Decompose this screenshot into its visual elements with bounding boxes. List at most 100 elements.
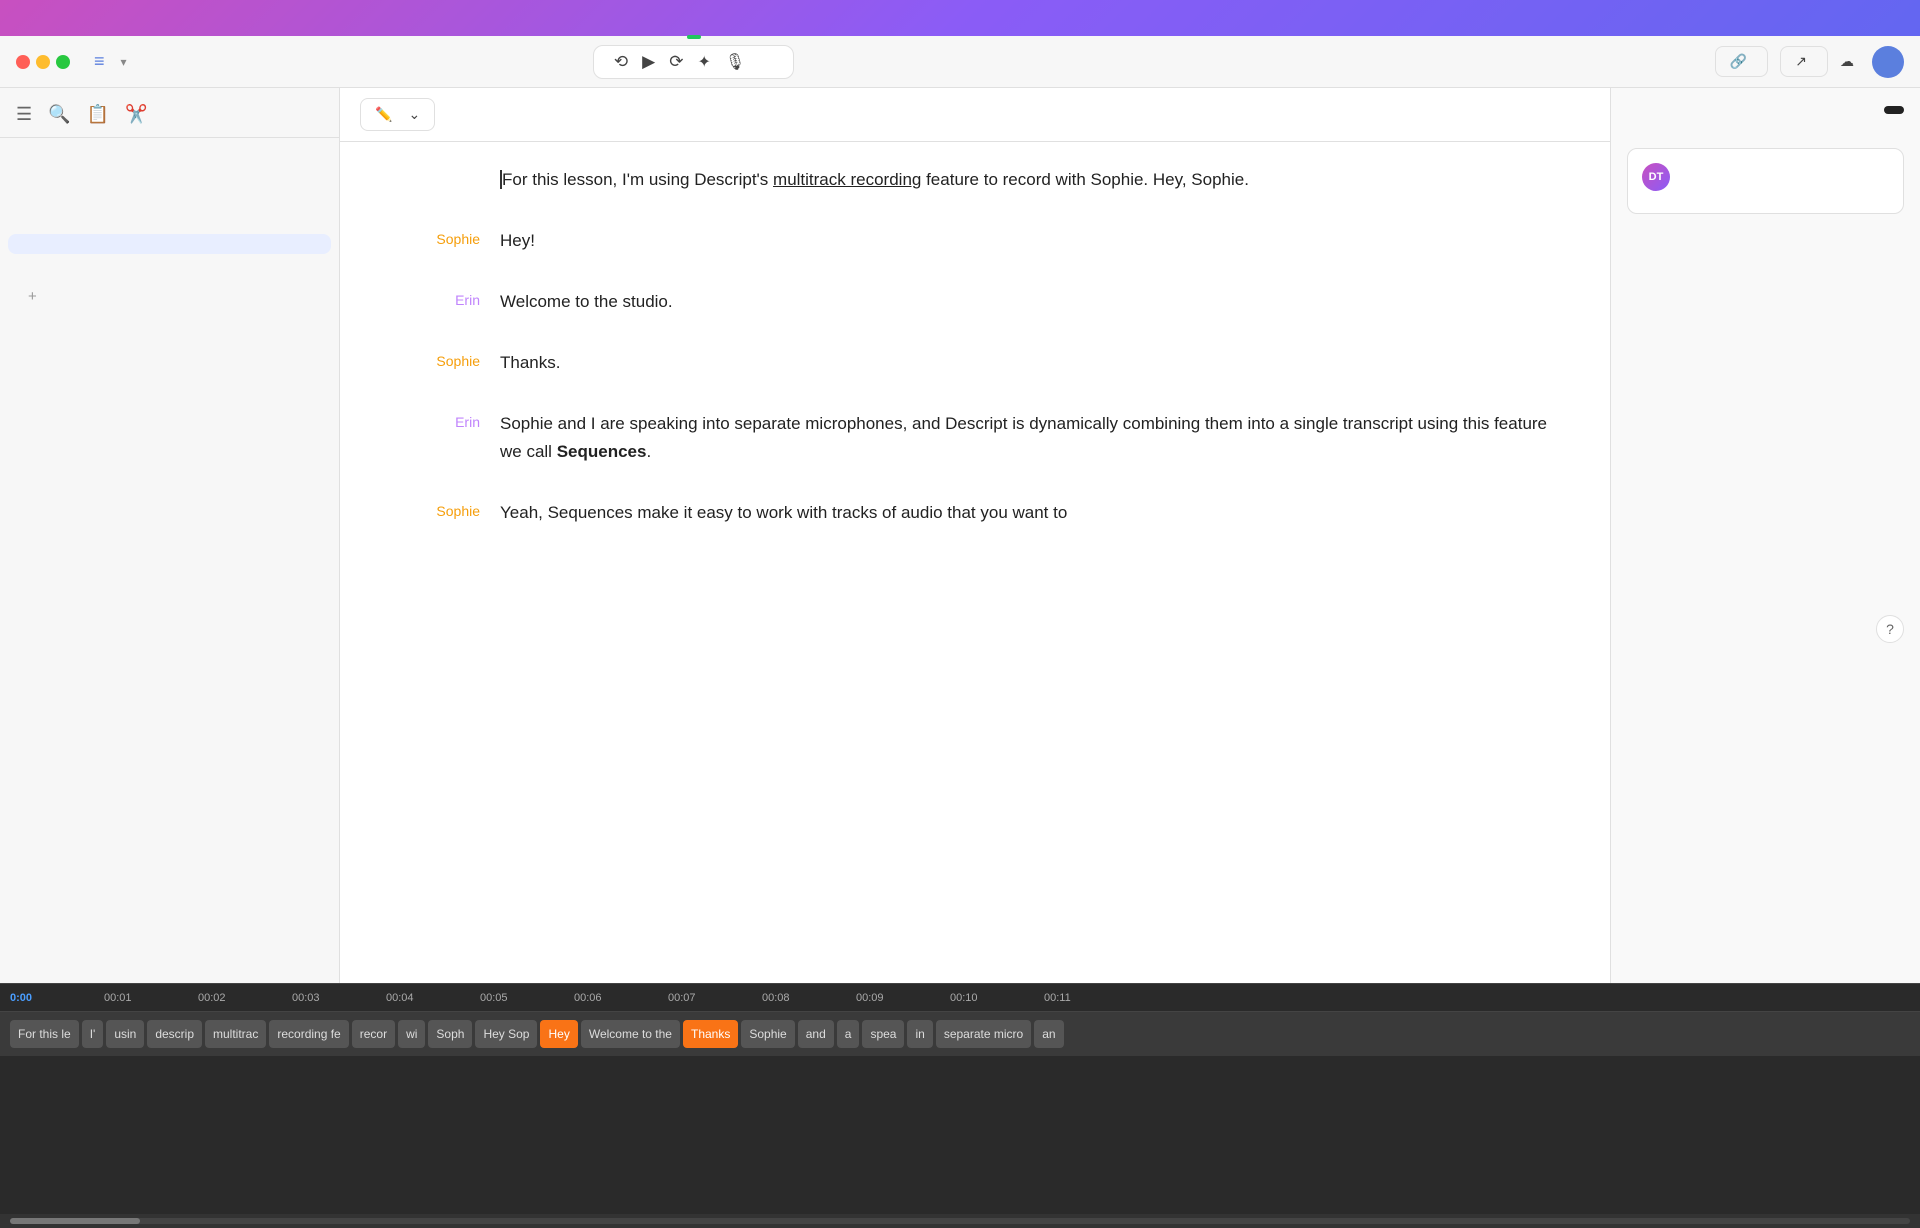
underlined-phrase: multitrack recording (773, 170, 921, 189)
chip[interactable]: For this le (10, 1020, 79, 1048)
ruler-mark: 00:09 (856, 992, 950, 1004)
ruler-mark: 00:05 (480, 992, 574, 1004)
chip[interactable]: wi (398, 1020, 425, 1048)
transcript-line: Erin Sophie and I are speaking into sepa… (400, 410, 1550, 468)
chip[interactable]: descrip (147, 1020, 202, 1048)
saved-button[interactable]: ☁ (1840, 53, 1860, 70)
header-actions: 🔗 ↗ ☁ (1715, 46, 1904, 78)
play-button[interactable]: ▶ (642, 52, 655, 72)
ruler-mark: 00:03 (292, 992, 386, 1004)
chip[interactable]: spea (862, 1020, 904, 1048)
speaker-label-sophie: Sophie (400, 227, 480, 247)
project-title-section[interactable]: ≡ ▾ (94, 51, 127, 72)
ruler-mark: 00:04 (386, 992, 480, 1004)
playhead-marker: 0:00 (10, 992, 104, 1004)
comment-panel: DT ? (1610, 88, 1920, 983)
chip[interactable]: and (798, 1020, 834, 1048)
bold-phrase: Sequences (557, 442, 647, 461)
speaker-label-empty (400, 166, 480, 170)
chip[interactable]: separate micro (936, 1020, 1031, 1048)
fast-forward-button[interactable]: ⟳ (669, 52, 683, 72)
sidebar-toolbar: ☰ 🔍 📋 ✂️ (0, 100, 339, 138)
chip[interactable]: I' (82, 1020, 104, 1048)
ruler-mark: 00:11 (1044, 992, 1138, 1004)
sidebar-item-timeline-editing[interactable] (8, 190, 331, 210)
track-label (0, 1056, 1920, 1064)
ruler-mark: 00:10 (950, 992, 1044, 1004)
top-banner (0, 0, 1920, 36)
speaker-label-erin: Erin (400, 410, 480, 430)
chevron-down-icon: ⌄ (408, 106, 420, 123)
ruler-mark: 00:06 (574, 992, 668, 1004)
speed-badge[interactable] (687, 35, 701, 39)
timeline: 0:00 00:01 00:02 00:03 00:04 00:05 00:06… (0, 983, 1920, 1228)
waveform-svg: // Generate waveform bars var bars = '';… (10, 1094, 1910, 1184)
share-button[interactable]: 🔗 (1715, 46, 1768, 77)
share-icon: 🔗 (1730, 53, 1747, 70)
transcript-line: Erin Welcome to the studio. (400, 288, 1550, 317)
chip[interactable]: a (837, 1020, 860, 1048)
sidebar-item-final-tips[interactable] (8, 256, 331, 276)
ruler-mark: 00:02 (198, 992, 292, 1004)
scrollbar-track[interactable] (10, 1218, 1910, 1224)
chip[interactable]: usin (106, 1020, 144, 1048)
transport-controls: ⟲ ▶ ⟳ ✦ 🎙 (593, 45, 794, 79)
sidebar-item-script-editing[interactable] (8, 168, 331, 188)
chip[interactable]: multitrac (205, 1020, 266, 1048)
comment-header: DT (1642, 163, 1889, 191)
transcript-text[interactable]: For this lesson, I'm using Descript's mu… (500, 166, 1550, 195)
effects-button[interactable]: ✦ (697, 52, 710, 72)
plus-icon: + (28, 288, 37, 305)
ruler-mark: 00:07 (668, 992, 762, 1004)
timeline-chips[interactable]: For this le I' usin descrip multitrac re… (0, 1012, 1920, 1056)
minimize-window-button[interactable] (36, 55, 50, 69)
transcript-text[interactable]: Welcome to the studio. (500, 288, 1550, 317)
scrollbar-thumb[interactable] (10, 1218, 140, 1224)
transcript-text[interactable]: Sophie and I are speaking into separate … (500, 410, 1550, 468)
help-button[interactable]: ? (1876, 615, 1904, 643)
sidebar-item-music-volume[interactable] (8, 212, 331, 232)
chip-orange[interactable]: Thanks (683, 1020, 738, 1048)
title-bar: ≡ ▾ ⟲ ▶ ⟳ ✦ 🎙 🔗 ↗ ☁ (0, 36, 1920, 88)
chip[interactable]: Soph (428, 1020, 472, 1048)
mic-button[interactable]: 🎙 (725, 52, 745, 72)
chip[interactable]: an (1034, 1020, 1063, 1048)
close-window-button[interactable] (16, 55, 30, 69)
chip-orange[interactable]: Hey (540, 1020, 577, 1048)
traffic-lights (16, 55, 70, 69)
editor-area: ✏️ ⌄ For this lesson, I'm using Descript… (340, 88, 1610, 983)
copy-icon[interactable]: 📋 (87, 104, 109, 125)
speaker-label-sophie: Sophie (400, 349, 480, 369)
sidebar-toggle-icon: ≡ (94, 51, 105, 72)
scissors-icon[interactable]: ✂️ (125, 104, 147, 125)
transcript-line: For this lesson, I'm using Descript's mu… (400, 166, 1550, 195)
chip[interactable]: recording fe (269, 1020, 348, 1048)
search-icon[interactable]: 🔍 (48, 104, 70, 125)
maximize-window-button[interactable] (56, 55, 70, 69)
sidebar-item-multitrack[interactable] (8, 234, 331, 254)
cursor (500, 170, 502, 189)
editor-toolbar: ✏️ ⌄ (340, 88, 1610, 142)
export-button[interactable]: ↗ (1780, 46, 1828, 77)
editing-mode-button[interactable]: ✏️ ⌄ (360, 98, 435, 131)
transcript-line: Sophie Thanks. (400, 349, 1550, 378)
scrollbar-area[interactable] (0, 1214, 1920, 1228)
comment-avatar: DT (1642, 163, 1670, 191)
sidebar-item-overview[interactable] (8, 146, 331, 166)
chip[interactable]: in (907, 1020, 932, 1048)
chip[interactable]: Hey Sop (475, 1020, 537, 1048)
transcript-text[interactable]: Hey! (500, 227, 1550, 256)
add-new-button[interactable]: + (8, 278, 331, 315)
transcript-text[interactable]: Yeah, Sequences make it easy to work wit… (500, 499, 1550, 528)
cloud-icon: ☁ (1840, 53, 1854, 70)
ruler-mark: 00:08 (762, 992, 856, 1004)
chip[interactable]: Sophie (741, 1020, 794, 1048)
chip[interactable]: recor (352, 1020, 395, 1048)
chip[interactable]: Welcome to the (581, 1020, 680, 1048)
hamburger-icon[interactable]: ☰ (16, 104, 32, 125)
rewind-button[interactable]: ⟲ (614, 52, 628, 72)
transcript-container[interactable]: For this lesson, I'm using Descript's mu… (340, 142, 1610, 983)
content-area: ☰ 🔍 📋 ✂️ + (0, 88, 1920, 983)
transcript-text[interactable]: Thanks. (500, 349, 1550, 378)
avatar[interactable] (1872, 46, 1904, 78)
